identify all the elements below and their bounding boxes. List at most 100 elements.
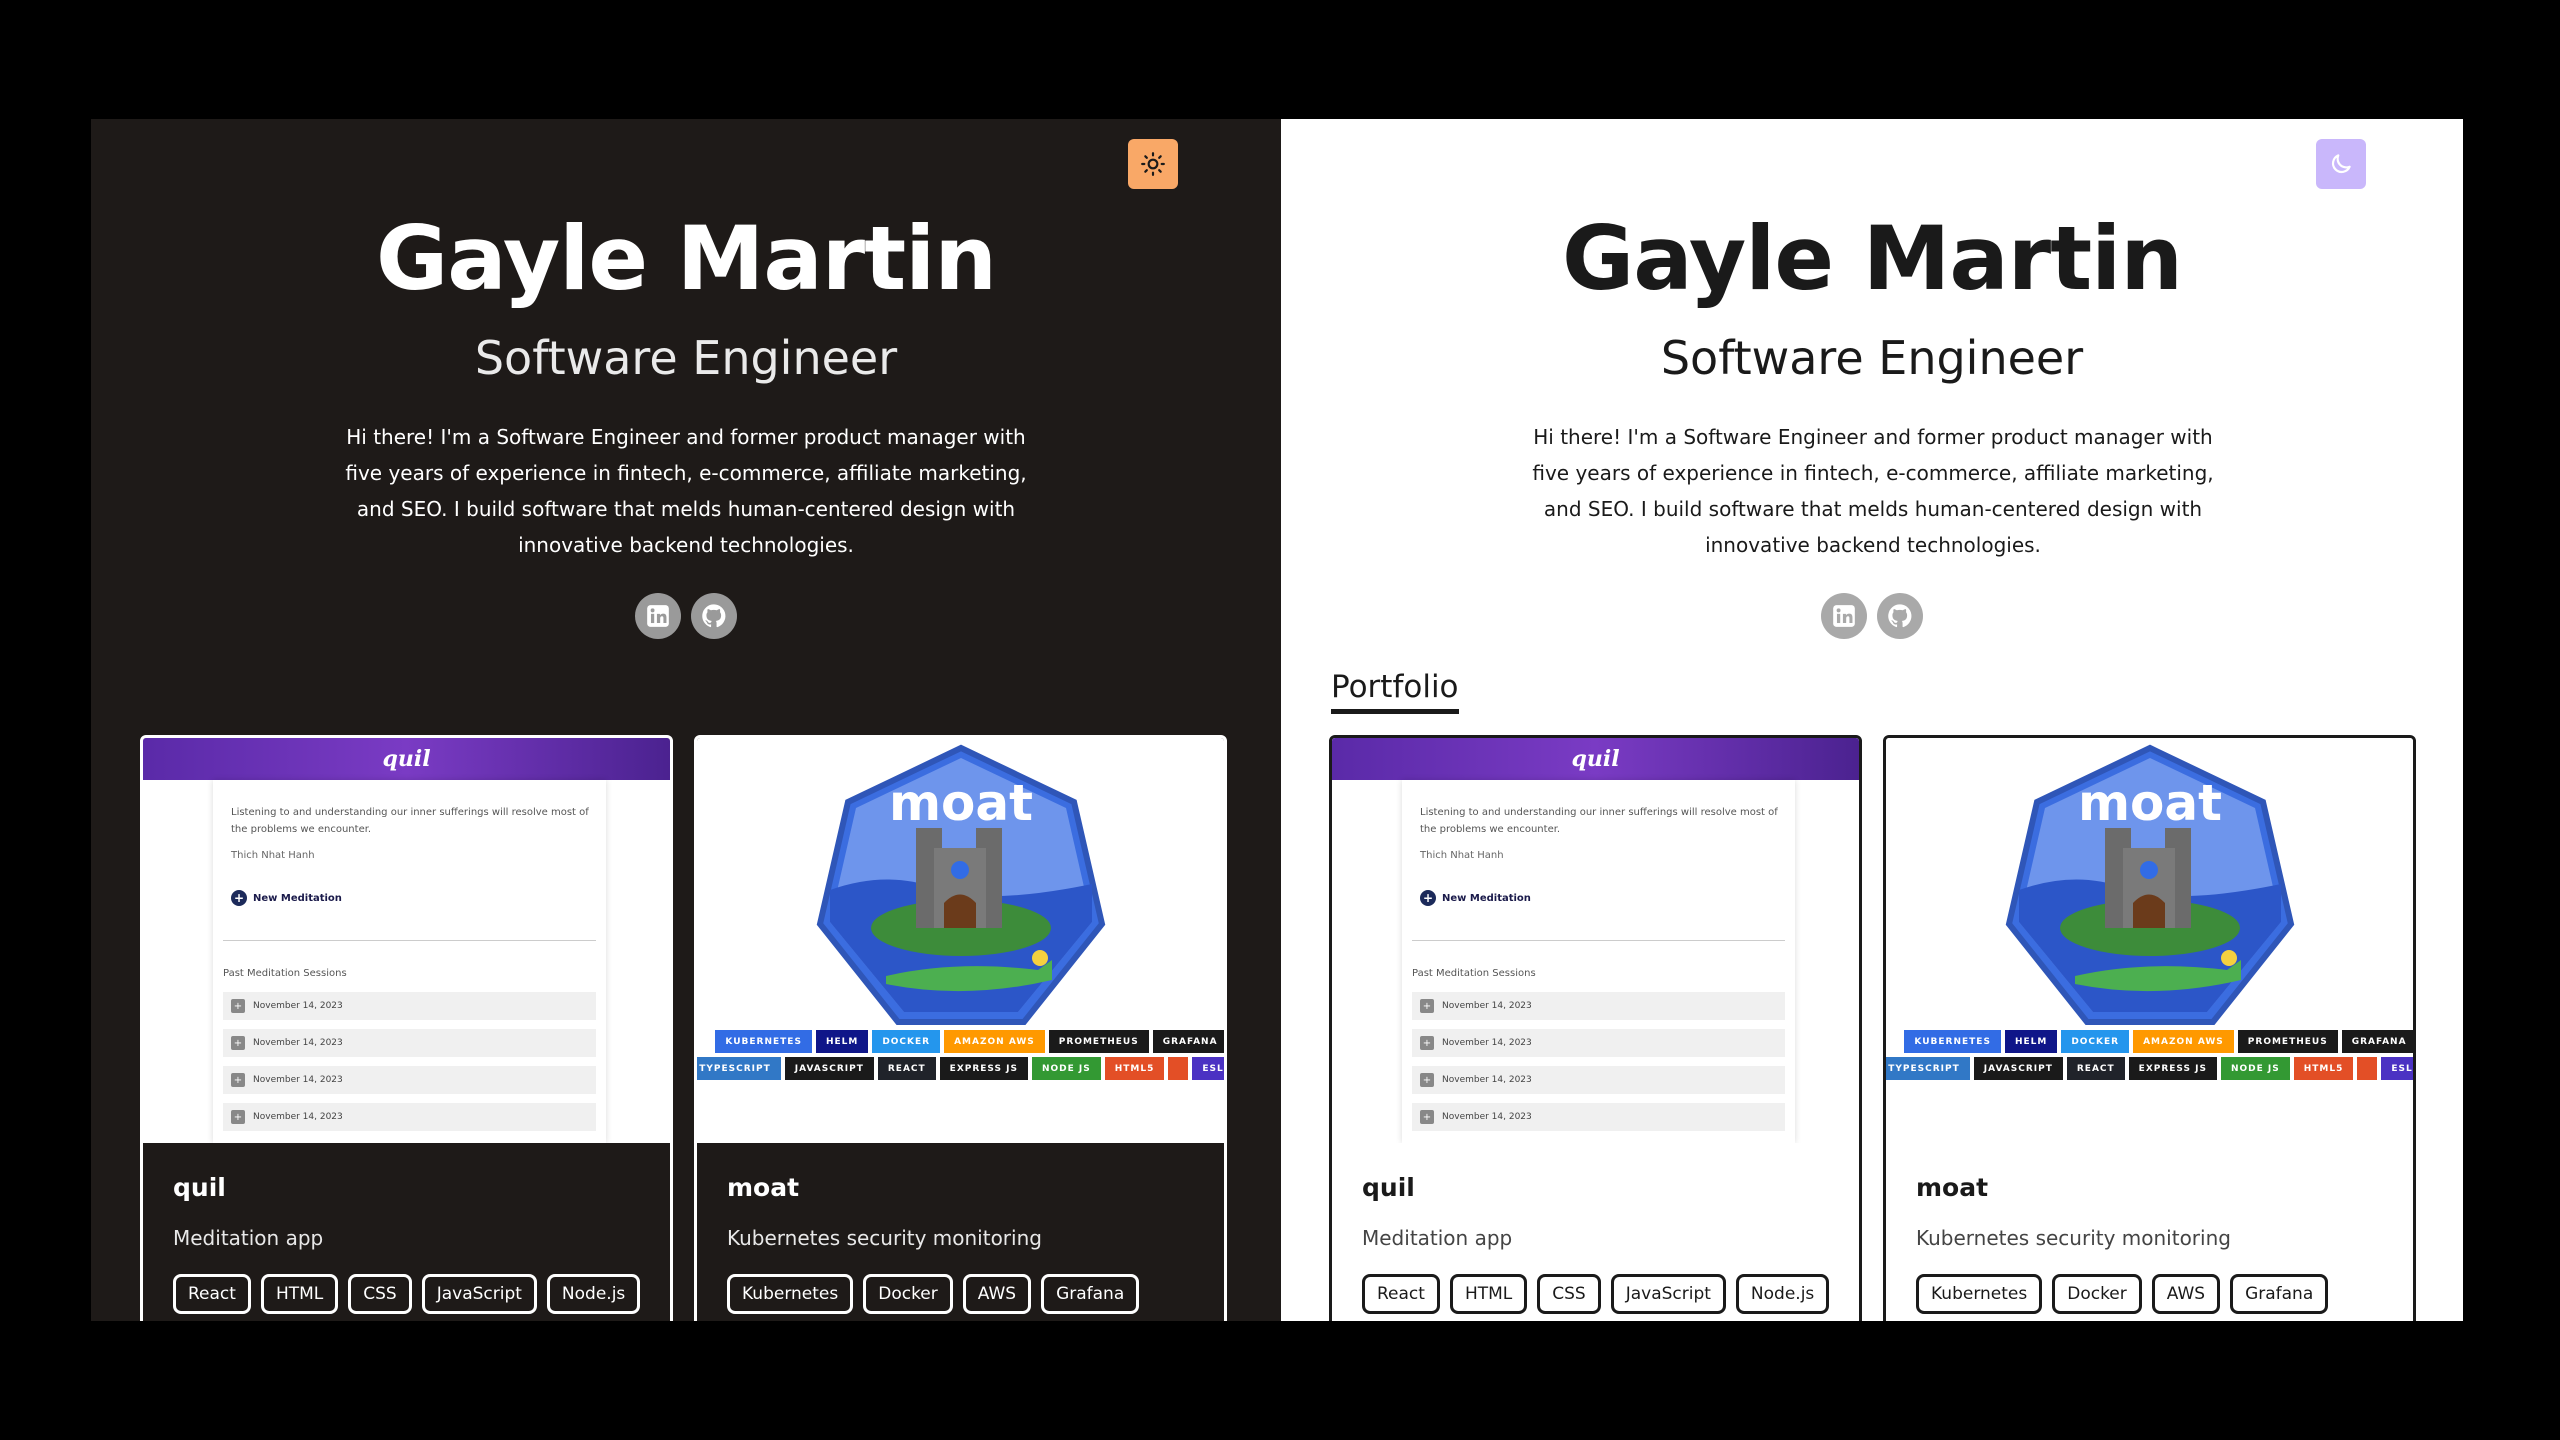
plus-icon: + bbox=[231, 1110, 245, 1124]
tech-badge bbox=[1168, 1057, 1189, 1080]
project-title: moat bbox=[1916, 1173, 1989, 1202]
past-sessions-label: Past Meditation Sessions bbox=[223, 968, 347, 979]
session-row: + November 14, 2023 bbox=[223, 1029, 596, 1057]
project-description: Meditation app bbox=[173, 1226, 324, 1250]
github-link[interactable] bbox=[1877, 593, 1923, 639]
quil-logo: quil bbox=[1571, 746, 1620, 772]
project-card-moat[interactable]: moat KUBERNETES HELM DOCKER AMAZON AWS PROME… bbox=[1883, 735, 2416, 1321]
moat-logo-text: moat bbox=[2077, 774, 2221, 832]
tech-tag: CSS bbox=[348, 1274, 412, 1314]
linkedin-icon bbox=[647, 605, 669, 627]
quil-logo: quil bbox=[382, 746, 431, 772]
portfolio-heading: Portfolio bbox=[1331, 669, 1459, 714]
project-preview: quil Listening to and understanding our … bbox=[1332, 738, 1859, 1143]
quil-sheet: Listening to and understanding our inner… bbox=[1402, 780, 1795, 1143]
linkedin-link[interactable] bbox=[635, 593, 681, 639]
tech-tag: Kubernetes bbox=[727, 1274, 854, 1314]
tech-badge: PROMETHEUS bbox=[1048, 1030, 1149, 1053]
tag-list: React HTML CSS JavaScript Node.js bbox=[173, 1274, 641, 1314]
session-date: November 14, 2023 bbox=[253, 1038, 343, 1048]
theme-toggle-button[interactable] bbox=[1128, 139, 1178, 189]
github-link[interactable] bbox=[691, 593, 737, 639]
tech-tag: Grafana bbox=[1041, 1274, 1140, 1314]
tech-badge: EXPRESS JS bbox=[939, 1057, 1028, 1080]
tech-badge: TYPESCRIPT bbox=[1886, 1057, 1970, 1080]
past-sessions-label: Past Meditation Sessions bbox=[1412, 968, 1536, 979]
quote-text: Listening to and understanding our inner… bbox=[231, 807, 589, 835]
new-meditation-label: New Meditation bbox=[253, 892, 342, 904]
tech-tag: JavaScript bbox=[1610, 1274, 1726, 1314]
dark-theme-panel: Gayle Martin Software Engineer Hi there!… bbox=[91, 119, 1281, 1321]
session-row: + November 14, 2023 bbox=[1412, 1029, 1785, 1057]
bio-text: Hi there! I'm a Software Engineer and fo… bbox=[345, 425, 1027, 557]
project-preview: quil Listening to and understanding our … bbox=[143, 738, 670, 1143]
project-description: Meditation app bbox=[1362, 1226, 1513, 1250]
tech-badge: KUBERNETES bbox=[715, 1030, 812, 1053]
moon-icon bbox=[2331, 154, 2351, 174]
tech-badge: NODE JS bbox=[1031, 1057, 1101, 1080]
session-list: + November 14, 2023 + November 14, 2023 + N… bbox=[1412, 992, 1785, 1140]
tech-badge bbox=[2357, 1057, 2378, 1080]
tech-badge: DOCKER bbox=[872, 1030, 941, 1053]
project-title: quil bbox=[173, 1173, 226, 1202]
job-title: Software Engineer bbox=[474, 331, 898, 385]
project-card-moat[interactable]: moat KUBERNETES HELM DOCKER AMAZON AWS PROME… bbox=[694, 735, 1227, 1321]
tech-badge: REACT bbox=[877, 1057, 936, 1080]
tech-badge: TYPESCRIPT bbox=[697, 1057, 781, 1080]
plus-icon: + bbox=[231, 999, 245, 1013]
moat-logo-wrap: moat bbox=[697, 738, 1224, 1028]
tech-badge: AMAZON AWS bbox=[944, 1030, 1045, 1053]
project-preview: moat KUBERNETES HELM DOCKER AMAZON AWS PROME… bbox=[697, 738, 1224, 1143]
tech-tag: AWS bbox=[962, 1274, 1032, 1314]
tech-tag: Grafana bbox=[2230, 1274, 2329, 1314]
session-date: November 14, 2023 bbox=[253, 1112, 343, 1122]
project-preview: moat KUBERNETES HELM DOCKER AMAZON AWS PROME… bbox=[1886, 738, 2413, 1143]
theme-toggle-button[interactable] bbox=[2316, 139, 2366, 189]
new-meditation-button: + New Meditation bbox=[231, 890, 342, 906]
tech-badge: DOCKER bbox=[2061, 1030, 2130, 1053]
moat-logo-image: moat bbox=[816, 744, 1105, 1025]
tech-badge: ESLINT bbox=[2381, 1057, 2413, 1080]
tech-badge: KUBERNETES bbox=[1904, 1030, 2001, 1053]
tech-tag: HTML bbox=[1449, 1274, 1528, 1314]
plus-icon: + bbox=[231, 1036, 245, 1050]
quote-author: Thich Nhat Hanh bbox=[1420, 850, 1504, 861]
tech-tag: CSS bbox=[1537, 1274, 1601, 1314]
divider bbox=[223, 940, 596, 941]
project-card-quil[interactable]: quil Listening to and understanding our … bbox=[140, 735, 673, 1321]
tech-badge: HTML5 bbox=[1104, 1057, 1165, 1080]
social-links bbox=[91, 593, 1281, 639]
linkedin-icon bbox=[1833, 605, 1855, 627]
tech-badge: HELM bbox=[2004, 1030, 2058, 1053]
moat-logo-wrap: moat bbox=[1886, 738, 2413, 1028]
card-body: moat Kubernetes security monitoring Kube… bbox=[1886, 1143, 2413, 1321]
session-list: + November 14, 2023 + November 14, 2023 + N… bbox=[223, 992, 596, 1140]
plus-icon: + bbox=[1420, 1036, 1434, 1050]
tech-badge-strip: KUBERNETES HELM DOCKER AMAZON AWS PROMETHEUS… bbox=[1886, 1030, 2413, 1080]
project-description: Kubernetes security monitoring bbox=[727, 1226, 1042, 1250]
session-row: + November 14, 2023 bbox=[1412, 992, 1785, 1020]
tech-tag: Node.js bbox=[546, 1274, 641, 1314]
tech-badge: JAVASCRIPT bbox=[1973, 1057, 2063, 1080]
project-title: moat bbox=[727, 1173, 800, 1202]
tech-tag: React bbox=[173, 1274, 251, 1314]
project-card-quil[interactable]: quil Listening to and understanding our … bbox=[1329, 735, 1862, 1321]
tech-tag: AWS bbox=[2151, 1274, 2221, 1314]
quote-author: Thich Nhat Hanh bbox=[231, 850, 315, 861]
page-title: Gayle Martin bbox=[376, 207, 997, 310]
tech-tag: JavaScript bbox=[421, 1274, 537, 1314]
linkedin-link[interactable] bbox=[1821, 593, 1867, 639]
session-date: November 14, 2023 bbox=[1442, 1075, 1532, 1085]
quil-sheet: Listening to and understanding our inner… bbox=[213, 780, 606, 1143]
card-body: moat Kubernetes security monitoring Kube… bbox=[697, 1143, 1224, 1321]
light-theme-panel: Gayle Martin Software Engineer Hi there!… bbox=[1281, 119, 2463, 1321]
moat-logo-text: moat bbox=[888, 774, 1032, 832]
tech-badge: PROMETHEUS bbox=[2237, 1030, 2338, 1053]
job-title: Software Engineer bbox=[1660, 331, 2084, 385]
card-body: quil Meditation app React HTML CSS JavaS… bbox=[1332, 1143, 1859, 1321]
plus-icon: + bbox=[1420, 1110, 1434, 1124]
tech-badge: NODE JS bbox=[2220, 1057, 2290, 1080]
session-date: November 14, 2023 bbox=[253, 1075, 343, 1085]
tech-tag: Node.js bbox=[1735, 1274, 1830, 1314]
social-links bbox=[1281, 593, 2463, 639]
